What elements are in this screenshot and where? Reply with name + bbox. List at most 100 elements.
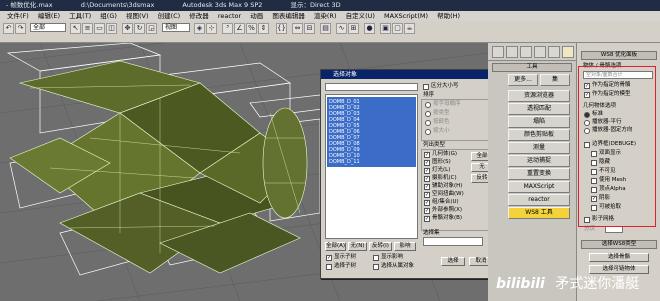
- case-sensitive-checkbox[interactable]: [423, 84, 429, 90]
- motion-tab-icon[interactable]: [534, 46, 546, 58]
- type-geometry-checkbox[interactable]: ✓: [424, 152, 430, 158]
- utilities-tab-icon[interactable]: [562, 46, 574, 58]
- sort-color-label: 按颜色: [433, 119, 450, 125]
- utility-ws8-tool-button[interactable]: WS8 工具: [508, 207, 570, 219]
- select-bone-button[interactable]: 选择骨骼: [589, 253, 649, 262]
- object-search-input[interactable]: [325, 83, 418, 91]
- rotate-icon[interactable]: ↻: [134, 23, 145, 34]
- utilities-rollout-header[interactable]: 工具: [492, 63, 572, 72]
- utility-measure-button[interactable]: 测量: [508, 142, 570, 154]
- snap-3-icon[interactable]: ³: [222, 23, 233, 34]
- hierarchy-tab-icon[interactable]: [520, 46, 532, 58]
- utility-asset-browser-button[interactable]: 资源浏览器: [508, 90, 570, 102]
- create-tab-icon[interactable]: [492, 46, 504, 58]
- select-manipulate-icon[interactable]: ⊹: [206, 23, 217, 34]
- scale-icon[interactable]: ◲: [146, 23, 157, 34]
- sort-type-radio[interactable]: [425, 111, 431, 117]
- redo-icon[interactable]: ↷: [15, 23, 26, 34]
- menu-help[interactable]: 帮助(H): [437, 12, 460, 20]
- sort-alpha-radio[interactable]: [425, 102, 431, 108]
- select-none-button[interactable]: 无(N): [348, 242, 367, 251]
- menu-rendering[interactable]: 渲染(R): [314, 12, 337, 20]
- menu-create[interactable]: 创建(C): [158, 12, 181, 20]
- selection-set-dropdown[interactable]: [423, 237, 483, 246]
- menu-maxscript[interactable]: MAXScript(M): [384, 12, 428, 20]
- title-file: - 帧数优化.max: [6, 1, 53, 9]
- move-icon[interactable]: ✥: [122, 23, 133, 34]
- select-invert-button[interactable]: 反转(I): [369, 242, 392, 251]
- title-display: 显示：Direct 3D: [290, 1, 341, 9]
- menu-edit[interactable]: 编辑(E): [38, 12, 60, 20]
- named-selection-icon[interactable]: {}: [276, 23, 287, 34]
- list-types-title: 列出类型: [423, 142, 446, 148]
- utility-perspective-match-button[interactable]: 透视匹配: [508, 103, 570, 115]
- select-linkable-button[interactable]: 选择可链物体: [589, 265, 649, 274]
- display-tab-icon[interactable]: [548, 46, 560, 58]
- region-select-icon[interactable]: ▭: [94, 23, 105, 34]
- layer-manager-icon[interactable]: ▤: [320, 23, 331, 34]
- select-all-button[interactable]: 全部(A): [325, 242, 346, 251]
- select-subtree-checkbox[interactable]: [326, 264, 332, 270]
- material-editor-icon[interactable]: ●: [364, 23, 375, 34]
- type-groups-checkbox[interactable]: ✓: [424, 200, 430, 206]
- menu-tools[interactable]: 工具(T): [69, 12, 91, 20]
- type-bones-checkbox[interactable]: ✓: [424, 216, 430, 222]
- selection-filter-dropdown[interactable]: 全部: [30, 23, 66, 32]
- show-subtree-checkbox[interactable]: ✓: [326, 255, 332, 261]
- menu-reactor[interactable]: reactor: [218, 12, 241, 20]
- curve-editor-icon[interactable]: ∿: [336, 23, 347, 34]
- sort-size-radio[interactable]: [425, 129, 431, 135]
- title-path: d:\Documents\3dsmax: [80, 1, 155, 9]
- utility-maxscript-button[interactable]: MAXScript: [508, 181, 570, 193]
- utility-reactor-button[interactable]: reactor: [508, 194, 570, 206]
- menu-graph-editors[interactable]: 图表编辑器: [272, 12, 305, 20]
- type-xrefs-checkbox[interactable]: ✓: [424, 208, 430, 214]
- sets-button[interactable]: 集: [540, 74, 570, 86]
- percent-snap-icon[interactable]: %: [246, 23, 257, 34]
- select-object-icon[interactable]: ↖: [70, 23, 81, 34]
- select-dependents-label: 选择从属对象: [381, 263, 415, 269]
- type-spacewarps-checkbox[interactable]: ✓: [424, 192, 430, 198]
- select-ws8-type-header[interactable]: 选择WS8类型: [581, 240, 657, 249]
- sort-type-label: 按类型: [433, 110, 450, 116]
- utility-color-clipboard-button[interactable]: 颜色剪贴板: [508, 129, 570, 141]
- type-helpers-checkbox[interactable]: ✓: [424, 184, 430, 190]
- influence-button[interactable]: 影响: [394, 242, 416, 251]
- window-crossing-icon[interactable]: ◫: [106, 23, 117, 34]
- type-shapes-checkbox[interactable]: ✓: [424, 160, 430, 166]
- menu-animation[interactable]: 动画: [250, 12, 263, 20]
- type-cameras-checkbox[interactable]: ✓: [424, 176, 430, 182]
- schematic-view-icon[interactable]: ⊞: [348, 23, 359, 34]
- quick-render-icon[interactable]: ☕: [404, 23, 415, 34]
- utility-motion-capture-button[interactable]: 运动捕捉: [508, 155, 570, 167]
- show-influence-checkbox[interactable]: [373, 255, 379, 261]
- menu-modifiers[interactable]: 修改器: [189, 12, 209, 20]
- align-icon[interactable]: ⊟: [304, 23, 315, 34]
- render-setup-icon[interactable]: ▣: [380, 23, 391, 34]
- menu-customize[interactable]: 自定义(U): [346, 12, 375, 20]
- modify-tab-icon[interactable]: [506, 46, 518, 58]
- utility-reset-xform-button[interactable]: 重置变换: [508, 168, 570, 180]
- select-dependents-checkbox[interactable]: [373, 264, 379, 270]
- sort-color-radio[interactable]: [425, 120, 431, 126]
- utility-collapse-button[interactable]: 塌陷: [508, 116, 570, 128]
- type-lights-checkbox[interactable]: ✓: [424, 168, 430, 174]
- reference-coord-dropdown[interactable]: 视图: [162, 23, 190, 32]
- select-by-name-icon[interactable]: ≡: [82, 23, 93, 34]
- menu-views[interactable]: 视图(V): [126, 12, 149, 20]
- undo-icon[interactable]: ↶: [3, 23, 14, 34]
- list-item[interactable]: DOMB_D_11: [329, 159, 360, 165]
- select-button[interactable]: 选择: [441, 257, 465, 266]
- mirror-icon[interactable]: ⇔: [292, 23, 303, 34]
- spinner-snap-icon[interactable]: ⇕: [258, 23, 269, 34]
- more-button[interactable]: 更多...: [508, 74, 538, 86]
- menu-file[interactable]: 文件(F): [7, 12, 29, 20]
- angle-snap-icon[interactable]: ∠: [234, 23, 245, 34]
- ws8-panel-title[interactable]: WS8 优化面板: [581, 51, 657, 60]
- type-xrefs-label: 外部参照(X): [432, 207, 463, 213]
- menu-group[interactable]: 组(G): [100, 12, 117, 20]
- render-frame-icon[interactable]: ▢: [392, 23, 403, 34]
- pivot-icon[interactable]: ◈: [194, 23, 205, 34]
- paging-field[interactable]: [605, 226, 623, 233]
- object-list[interactable]: DOMB_D_01 DOMB_D_02 DOMB_D_03 DOMB_D_04 …: [325, 94, 418, 239]
